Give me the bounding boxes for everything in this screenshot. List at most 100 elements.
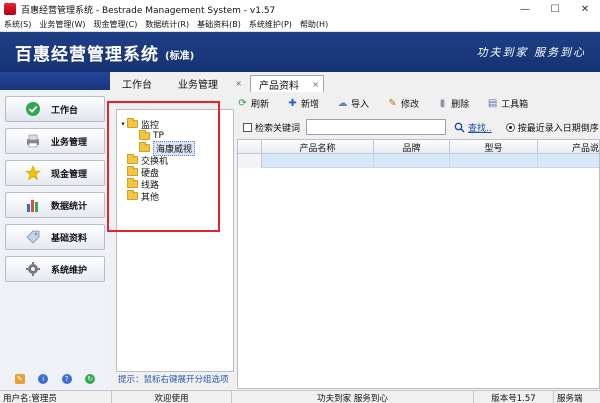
table-cell[interactable] — [262, 154, 374, 168]
toolbar-label: 刷新 — [251, 99, 270, 110]
info-icon[interactable]: i — [38, 374, 49, 384]
edit-button[interactable]: ✎ 修改 — [387, 97, 419, 110]
help-icon[interactable]: ? — [61, 374, 72, 384]
menu-bar: 系统(S) 业务管理(W) 现金管理(C) 数据统计(R) 基础资料(B) 系统… — [0, 18, 600, 32]
sidebar-item-cash[interactable]: 现金管理 — [5, 160, 105, 186]
column-header-brand[interactable]: 品牌 — [374, 140, 450, 154]
sidebar-item-statistics[interactable]: 数据统计 — [5, 192, 105, 218]
status-slogan: 功夫到家 服务到心 — [232, 391, 474, 403]
bar-chart-icon — [24, 196, 42, 214]
tab-workbench[interactable]: 工作台 — [114, 75, 166, 92]
menu-maintenance[interactable]: 系统维护(P) — [249, 19, 292, 30]
tree-node-cabling[interactable]: 线路 — [127, 178, 159, 191]
star-icon — [24, 164, 42, 182]
delete-button[interactable]: ▮ 删除 — [437, 97, 469, 110]
tree-node-monitoring[interactable]: ▾ 监控 — [119, 118, 160, 131]
tab-product-data[interactable]: 产品资料 × — [250, 75, 324, 92]
edit-icon[interactable]: ✎ — [14, 374, 25, 384]
tab-bar: 工作台 业务管理 × 产品资料 × — [110, 72, 600, 92]
folder-open-icon — [127, 118, 138, 128]
sort-recent-radio[interactable] — [505, 122, 515, 132]
tree-node-label: TP — [153, 131, 164, 141]
folder-icon — [127, 178, 138, 188]
tree-node-label: 监控 — [141, 120, 160, 131]
status-bar: 用户名:管理员 欢迎使用 功夫到家 服务到心 版本号1.57 服务端 — [0, 390, 600, 403]
keyword-checkbox[interactable] — [243, 122, 252, 132]
search-icon — [454, 122, 465, 132]
toolbox-icon: ▤ — [487, 97, 498, 109]
toolbox-button[interactable]: ▤ 工具箱 — [487, 97, 528, 110]
status-version: 版本号1.57 — [474, 391, 554, 403]
table-cell[interactable] — [450, 154, 538, 168]
sidebar-item-maintenance[interactable]: 系统维护 — [5, 256, 105, 282]
app-banner: 百惠经营管理系统 (标准) 功夫到家 服务到心 — [0, 32, 600, 72]
column-header-product-name[interactable]: 产品名称 — [262, 140, 374, 154]
column-header-description[interactable]: 产品说 — [538, 140, 599, 154]
tree-hint: 提示：鼠标右键展开分组选项 — [118, 375, 229, 385]
folder-icon — [139, 130, 150, 140]
tree-node-hikvision[interactable]: 海康威视 — [139, 140, 196, 156]
tab-label: 产品资料 — [259, 80, 299, 92]
close-button[interactable]: ✕ — [570, 0, 600, 18]
sidebar-header — [0, 72, 110, 90]
banner-slogan: 功夫到家 服务到心 — [476, 46, 586, 59]
table-cell[interactable] — [538, 154, 599, 168]
title-bar: 百惠经营管理系统 - Bestrade Management System - … — [0, 0, 600, 18]
column-header-model[interactable]: 型号 — [450, 140, 538, 154]
sidebar-item-label: 系统维护 — [51, 265, 88, 276]
refresh-button[interactable]: ⟳ 刷新 — [237, 97, 269, 110]
tag-icon — [24, 228, 42, 246]
maximize-button[interactable]: ☐ — [540, 0, 570, 18]
sidebar-item-label: 工作台 — [51, 105, 79, 116]
tree-node-hard-disk[interactable]: 硬盘 — [127, 166, 159, 179]
menu-statistics[interactable]: 数据统计(R) — [145, 19, 189, 30]
delete-icon: ▮ — [439, 97, 446, 109]
tree-node-other[interactable]: 其他 — [127, 190, 159, 203]
status-service: 服务端 — [557, 393, 583, 403]
table-cell[interactable] — [374, 154, 450, 168]
window-title: 百惠经营管理系统 - Bestrade Management System - … — [21, 5, 276, 16]
folder-icon — [127, 166, 138, 176]
menu-system[interactable]: 系统(S) — [4, 19, 31, 30]
find-button-label: 查找.. — [468, 123, 492, 134]
sidebar-item-business[interactable]: 业务管理 — [5, 128, 105, 154]
find-button[interactable]: 查找.. — [454, 121, 492, 134]
import-button[interactable]: ☁ 导入 — [337, 97, 370, 110]
banner-title: 百惠经营管理系统 — [15, 44, 159, 65]
sidebar-item-label: 业务管理 — [51, 137, 88, 148]
minimize-button[interactable]: — — [510, 0, 540, 18]
sidebar-item-workbench[interactable]: 工作台 — [5, 96, 105, 122]
gear-icon — [24, 260, 42, 278]
window-controls: — ☐ ✕ — [510, 0, 600, 18]
status-user: 用户名:管理员 — [0, 391, 112, 403]
tab-close-icon[interactable]: × — [235, 79, 242, 88]
add-icon: ✚ — [288, 97, 297, 109]
product-grid: 产品名称 品牌 型号 产品说 — [237, 139, 600, 389]
grid-header: 产品名称 品牌 型号 产品说 — [238, 140, 599, 154]
refresh-icon: ⟳ — [238, 97, 247, 109]
sidebar-item-label: 数据统计 — [51, 201, 88, 212]
toolbar-label: 工具箱 — [501, 99, 529, 110]
tree-node-switch[interactable]: 交换机 — [127, 154, 168, 167]
menu-business[interactable]: 业务管理(W) — [39, 19, 85, 30]
toolbar-label: 修改 — [401, 99, 420, 110]
tab-business[interactable]: 业务管理 × — [170, 75, 246, 92]
category-tree: ▾ 监控 TP 海康威视 交换机 硬盘 线路 其他 — [116, 109, 234, 372]
menu-basic-data[interactable]: 基础资料(B) — [197, 19, 241, 30]
folder-icon — [127, 154, 138, 164]
edit-icon: ✎ — [388, 97, 397, 109]
sidebar-item-label: 现金管理 — [51, 169, 88, 180]
keyword-input[interactable] — [306, 119, 447, 135]
menu-help[interactable]: 帮助(H) — [300, 19, 328, 30]
tab-close-icon[interactable]: × — [312, 80, 319, 89]
refresh-icon[interactable]: ↻ — [85, 374, 96, 384]
sidebar-item-basic-data[interactable]: 基础资料 — [5, 224, 105, 250]
table-row[interactable] — [238, 154, 599, 168]
import-icon: ☁ — [337, 97, 348, 109]
toolbar-label: 删除 — [451, 99, 470, 110]
tree-collapse-icon[interactable]: ▾ — [119, 120, 127, 128]
menu-cash[interactable]: 现金管理(C) — [93, 19, 137, 30]
printer-icon — [24, 132, 42, 150]
toolbar-label: 导入 — [351, 99, 370, 110]
add-button[interactable]: ✚ 新增 — [287, 97, 319, 110]
